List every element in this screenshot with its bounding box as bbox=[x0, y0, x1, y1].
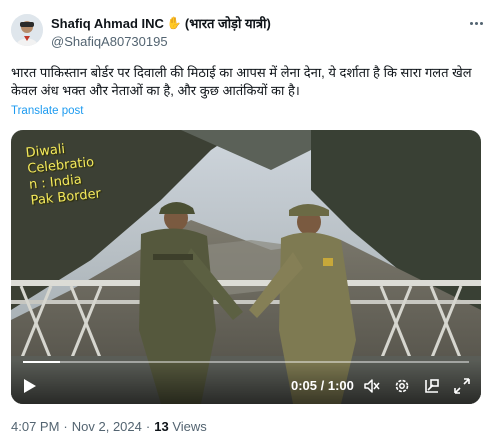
pip-icon[interactable] bbox=[423, 377, 441, 395]
video-caption-overlay: Diwali Celebratio n : India Pak Border bbox=[25, 141, 102, 209]
video-player[interactable]: Diwali Celebratio n : India Pak Border 0… bbox=[11, 130, 481, 404]
tweet-text: भारत पाकिस्तान बोर्डर पर दिवाली की मिठाई… bbox=[11, 65, 472, 98]
video-progress-bar[interactable] bbox=[23, 361, 469, 363]
tweet-date[interactable]: Nov 2, 2024 bbox=[72, 419, 142, 434]
author-display-name[interactable]: Shafiq Ahmad INC bbox=[51, 16, 164, 31]
more-dots-icon[interactable] bbox=[467, 14, 485, 32]
views-count: 13 bbox=[154, 419, 169, 434]
author-handle[interactable]: @ShafiqA80730195 bbox=[51, 34, 168, 49]
video-time-display: 0:05 / 1:00 bbox=[291, 378, 354, 393]
translate-post-link[interactable]: Translate post bbox=[11, 105, 83, 117]
author-name-row[interactable]: Shafiq Ahmad INC ✋ (भारत जोड़ो यात्री) bbox=[51, 14, 271, 32]
raised-hand-icon: ✋ bbox=[166, 16, 182, 30]
tweet-card: Shafiq Ahmad INC ✋ (भारत जोड़ो यात्री) @… bbox=[0, 0, 497, 447]
settings-gear-icon[interactable] bbox=[393, 377, 411, 395]
fullscreen-icon[interactable] bbox=[453, 377, 471, 395]
author-tagline: (भारत जोड़ो यात्री) bbox=[184, 16, 271, 31]
play-icon[interactable] bbox=[23, 378, 37, 394]
tweet-meta: 4:07 PM · Nov 2, 2024 · 13 Views bbox=[11, 419, 207, 434]
mute-icon[interactable] bbox=[363, 377, 381, 395]
avatar[interactable] bbox=[11, 14, 43, 46]
tweet-time[interactable]: 4:07 PM bbox=[11, 419, 59, 434]
video-progress-fill bbox=[23, 361, 61, 363]
views-label: Views bbox=[172, 419, 207, 434]
